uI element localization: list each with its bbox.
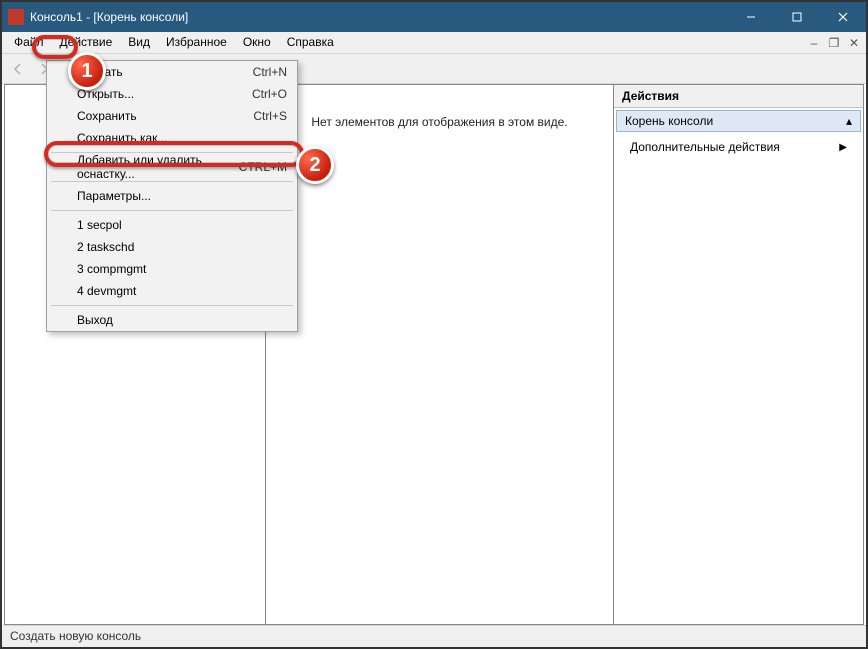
close-button[interactable] xyxy=(820,2,866,32)
file-menu-dropdown: Создать Ctrl+N Открыть... Ctrl+O Сохрани… xyxy=(46,60,298,332)
menu-help[interactable]: Справка xyxy=(279,32,342,53)
menu-separator xyxy=(51,210,293,211)
actions-more-label: Дополнительные действия xyxy=(630,140,780,154)
actions-pane: Действия Корень консоли ▴ Дополнительные… xyxy=(614,84,864,625)
status-text: Создать новую консоль xyxy=(10,629,141,643)
menu-recent-3[interactable]: 3 compmgmt xyxy=(47,258,297,280)
mdi-restore-icon[interactable]: ❐ xyxy=(826,36,842,50)
menu-save[interactable]: Сохранить Ctrl+S xyxy=(47,105,297,127)
actions-more-row[interactable]: Дополнительные действия ▶ xyxy=(614,134,863,160)
content-pane: Нет элементов для отображения в этом вид… xyxy=(266,84,614,625)
menu-window[interactable]: Окно xyxy=(235,32,279,53)
empty-message: Нет элементов для отображения в этом вид… xyxy=(311,115,567,129)
back-button[interactable] xyxy=(6,57,30,81)
menu-recent-4[interactable]: 4 devmgmt xyxy=(47,280,297,302)
minimize-button[interactable] xyxy=(728,2,774,32)
menu-favorites[interactable]: Избранное xyxy=(158,32,235,53)
menu-add-remove-snapin[interactable]: Добавить или удалить оснастку... CTRL+M xyxy=(47,156,297,178)
menu-open[interactable]: Открыть... Ctrl+O xyxy=(47,83,297,105)
menu-separator xyxy=(51,181,293,182)
menu-exit[interactable]: Выход xyxy=(47,309,297,331)
app-icon xyxy=(8,9,24,25)
mdi-minimize-icon[interactable]: – xyxy=(806,36,822,50)
statusbar: Создать новую консоль xyxy=(2,625,866,647)
collapse-icon: ▴ xyxy=(846,114,852,128)
menu-options[interactable]: Параметры... xyxy=(47,185,297,207)
menu-separator xyxy=(51,305,293,306)
actions-section-label: Корень консоли xyxy=(625,114,713,128)
menu-recent-2[interactable]: 2 taskschd xyxy=(47,236,297,258)
titlebar: Консоль1 - [Корень консоли] xyxy=(2,2,866,32)
menu-view[interactable]: Вид xyxy=(120,32,158,53)
menu-action[interactable]: Действие xyxy=(52,32,121,53)
menubar: Файл Действие Вид Избранное Окно Справка… xyxy=(2,32,866,54)
mdi-close-icon[interactable]: ✕ xyxy=(846,36,862,50)
menu-saveas[interactable]: Сохранить как... xyxy=(47,127,297,149)
maximize-button[interactable] xyxy=(774,2,820,32)
actions-section[interactable]: Корень консоли ▴ xyxy=(616,110,861,132)
menu-file[interactable]: Файл xyxy=(6,32,52,53)
chevron-right-icon: ▶ xyxy=(839,142,847,153)
mdi-controls: – ❐ ✕ xyxy=(806,32,866,53)
actions-header: Действия xyxy=(614,85,863,108)
menu-new[interactable]: Создать Ctrl+N xyxy=(47,61,297,83)
menu-recent-1[interactable]: 1 secpol xyxy=(47,214,297,236)
window-title: Консоль1 - [Корень консоли] xyxy=(30,10,728,24)
